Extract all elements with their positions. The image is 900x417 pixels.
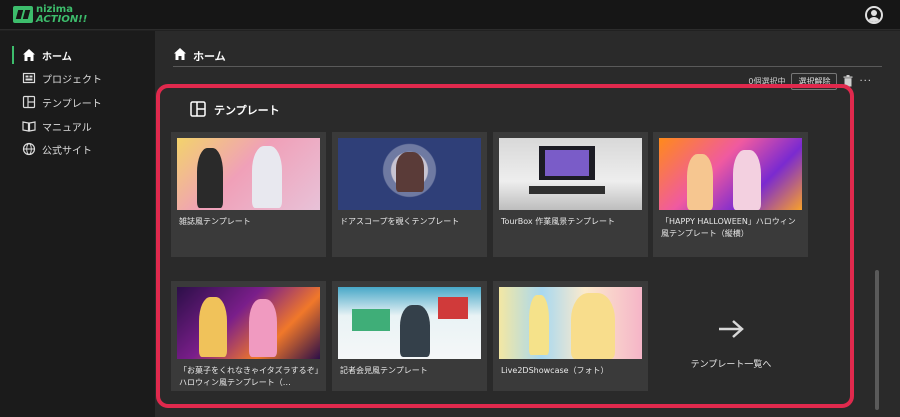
template-card-live2d-showcase[interactable]: Live2DShowcase（フォト）: [493, 281, 648, 391]
template-list-link[interactable]: テンプレート一覧へ: [652, 281, 810, 391]
template-icon: [22, 95, 36, 109]
more-options-icon[interactable]: ···: [859, 76, 872, 87]
template-card-door-scope[interactable]: ドアスコープを覗くテンプレート: [332, 132, 487, 257]
manual-icon: [22, 119, 36, 133]
arrow-right-icon: [717, 319, 745, 339]
template-caption: 「お菓子をくれなきゃイタズラするぞ」ハロウィン風テンプレート（…: [179, 366, 319, 387]
template-caption: 「HAPPY HALLOWEEN」ハロウィン風テンプレート（縦横）: [661, 217, 796, 238]
sidebar-item-home[interactable]: ホーム: [12, 45, 72, 65]
template-card-tourbox[interactable]: TourBox 作業風景テンプレート: [493, 132, 648, 257]
home-icon: [173, 46, 187, 65]
sidebar-item-label: テンプレート: [42, 98, 102, 110]
template-icon: [190, 100, 206, 120]
template-thumbnail: [499, 287, 642, 359]
template-section-header: テンプレート: [190, 100, 280, 120]
clear-selection-button[interactable]: 選択解除: [791, 72, 838, 90]
template-caption: ドアスコープを覗くテンプレート: [340, 217, 460, 226]
template-card-press-conference[interactable]: 記者会見風テンプレート: [332, 281, 487, 391]
sidebar-item-label: マニュアル: [42, 122, 92, 134]
template-thumbnail: [338, 138, 481, 210]
template-thumbnail: [177, 287, 320, 359]
logo-mark-icon: [13, 6, 33, 23]
trash-icon[interactable]: [843, 75, 853, 87]
sidebar-item-manual[interactable]: マニュアル: [14, 116, 92, 136]
project-icon: [22, 71, 36, 85]
sidebar-item-label: プロジェクト: [42, 74, 102, 86]
sidebar-item-label: 公式サイト: [42, 145, 92, 157]
template-thumbnail: [499, 138, 642, 210]
selection-toolbar: 0個選択中 選択解除 ···: [748, 72, 872, 90]
template-thumbnail: [177, 138, 320, 210]
template-caption: 雑誌風テンプレート: [179, 217, 251, 226]
sidebar: ホーム プロジェクト テンプレート マニュアル 公式サイト: [0, 31, 155, 417]
template-card-magazine[interactable]: 雑誌風テンプレート: [171, 132, 326, 257]
selected-count: 0個選択中: [748, 76, 786, 86]
template-list-label: テンプレート一覧へ: [690, 360, 772, 370]
template-caption: Live2DShowcase（フォト）: [501, 366, 609, 375]
app-logo[interactable]: nizima ACTION!!: [13, 4, 93, 26]
template-card-happy-halloween[interactable]: 「HAPPY HALLOWEEN」ハロウィン風テンプレート（縦横）: [653, 132, 808, 257]
scrollbar[interactable]: [875, 270, 879, 410]
home-icon: [22, 48, 36, 62]
template-section-title: テンプレート: [214, 104, 280, 117]
globe-icon: [22, 142, 36, 156]
sidebar-item-template[interactable]: テンプレート: [14, 92, 102, 112]
page-header: ホーム: [173, 45, 882, 67]
page-title: ホーム: [193, 49, 226, 63]
sidebar-item-label: ホーム: [42, 51, 72, 63]
template-card-trick-or-treat[interactable]: 「お菓子をくれなきゃイタズラするぞ」ハロウィン風テンプレート（…: [171, 281, 326, 391]
top-bar: nizima ACTION!!: [0, 0, 900, 30]
logo-text-line2: ACTION!!: [36, 14, 88, 25]
template-caption: 記者会見風テンプレート: [340, 366, 428, 375]
sidebar-item-official-site[interactable]: 公式サイト: [14, 139, 92, 159]
template-thumbnail: [338, 287, 481, 359]
template-thumbnail: [659, 138, 802, 210]
account-icon[interactable]: [865, 6, 883, 24]
template-caption: TourBox 作業風景テンプレート: [501, 217, 615, 226]
sidebar-item-project[interactable]: プロジェクト: [14, 68, 102, 88]
